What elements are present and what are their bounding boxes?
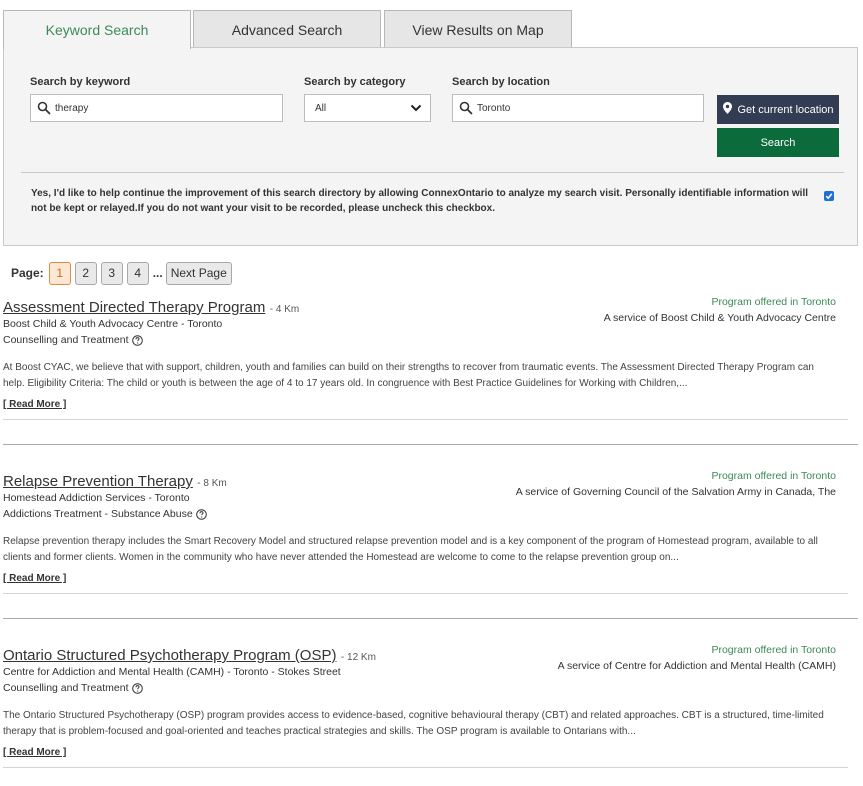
result-location-offered: Program offered in Toronto bbox=[711, 644, 836, 656]
tab-advanced-search[interactable]: Advanced Search bbox=[193, 10, 381, 48]
result-service-provider: A service of Boost Child & Youth Advocac… bbox=[603, 312, 836, 324]
panel-divider bbox=[21, 172, 844, 173]
result-service-provider: A service of Centre for Addiction and Me… bbox=[557, 660, 836, 672]
result-distance: - 8 Km bbox=[197, 478, 227, 489]
help-circle-icon[interactable] bbox=[131, 682, 143, 694]
result-category-label: Counselling and Treatment bbox=[3, 334, 129, 346]
get-current-location-label: Get current location bbox=[737, 103, 834, 116]
tab-view-results-on-map[interactable]: View Results on Map bbox=[384, 10, 572, 48]
checkmark-icon bbox=[825, 193, 833, 200]
result-organization: Boost Child & Youth Advocacy Centre - To… bbox=[3, 318, 223, 330]
result-category-label: Addictions Treatment - Substance Abuse bbox=[3, 508, 193, 520]
keyword-label: Search by keyword bbox=[30, 76, 131, 88]
result-category: Counselling and Treatment bbox=[3, 334, 143, 346]
consent-text: Yes, I'd like to help continue the impro… bbox=[31, 188, 809, 214]
result-description: At Boost CYAC, we believe that with supp… bbox=[3, 362, 814, 389]
map-marker-icon bbox=[722, 102, 732, 117]
result-category-label: Counselling and Treatment bbox=[3, 682, 129, 694]
result-category: Counselling and Treatment bbox=[3, 682, 143, 694]
page-2-button[interactable]: 2 bbox=[74, 261, 97, 285]
result-category: Addictions Treatment - Substance Abuse bbox=[3, 508, 207, 520]
result-service-provider: A service of Governing Council of the Sa… bbox=[515, 486, 836, 498]
result-item: Ontario Structured Psychotherapy Program… bbox=[3, 644, 848, 777]
result-divider bbox=[3, 767, 848, 768]
page-label: Page: bbox=[11, 266, 44, 280]
section-divider bbox=[3, 444, 858, 445]
location-input[interactable]: Toronto bbox=[452, 94, 704, 122]
read-more-link[interactable]: [ Read More ] bbox=[3, 747, 66, 758]
result-title-link[interactable]: Ontario Structured Psychotherapy Program… bbox=[3, 647, 336, 664]
pager-ellipsis: ... bbox=[152, 266, 163, 280]
section-divider bbox=[3, 618, 858, 619]
pagination: Page: 1 2 3 4 ... Next Page bbox=[11, 261, 236, 285]
consent-checkbox[interactable] bbox=[824, 191, 834, 201]
result-title-link[interactable]: Relapse Prevention Therapy bbox=[3, 473, 193, 490]
chevron-down-icon bbox=[410, 104, 422, 112]
keyword-input[interactable]: therapy bbox=[30, 94, 283, 122]
search-icon bbox=[459, 101, 473, 115]
result-location-offered: Program offered in Toronto bbox=[711, 296, 836, 308]
help-circle-icon[interactable] bbox=[131, 334, 143, 346]
search-button[interactable]: Search bbox=[717, 128, 839, 157]
page-4-button[interactable]: 4 bbox=[126, 261, 149, 285]
search-panel: Search by keyword therapy Search by cate… bbox=[3, 47, 858, 246]
tab-keyword-search[interactable]: Keyword Search bbox=[3, 10, 191, 49]
location-label: Search by location bbox=[452, 76, 550, 88]
search-tabs: Keyword Search Advanced Search View Resu… bbox=[3, 10, 859, 49]
result-organization: Homestead Addiction Services - Toronto bbox=[3, 492, 190, 504]
get-current-location-button[interactable]: Get current location bbox=[717, 95, 839, 124]
result-distance: - 12 Km bbox=[340, 652, 376, 663]
result-location-offered: Program offered in Toronto bbox=[711, 470, 836, 482]
result-item: Relapse Prevention Therapy - 8 Km Homest… bbox=[3, 470, 848, 603]
result-organization: Centre for Addiction and Mental Health (… bbox=[3, 666, 341, 678]
result-divider bbox=[3, 593, 848, 594]
result-description: Relapse prevention therapy includes the … bbox=[3, 536, 818, 563]
help-circle-icon[interactable] bbox=[195, 508, 207, 520]
category-value: All bbox=[315, 102, 327, 114]
read-more-link[interactable]: [ Read More ] bbox=[3, 399, 66, 410]
read-more-link[interactable]: [ Read More ] bbox=[3, 573, 66, 584]
category-select[interactable]: All bbox=[304, 94, 431, 122]
page-1-button[interactable]: 1 bbox=[48, 261, 71, 285]
location-value: Toronto bbox=[477, 102, 511, 114]
next-page-button[interactable]: Next Page bbox=[165, 261, 232, 285]
result-description: The Ontario Structured Psychotherapy (OS… bbox=[3, 710, 824, 737]
result-distance: - 4 Km bbox=[269, 304, 300, 315]
category-label: Search by category bbox=[304, 76, 406, 88]
result-divider bbox=[3, 419, 848, 420]
search-icon bbox=[37, 101, 51, 115]
page-3-button[interactable]: 3 bbox=[100, 261, 123, 285]
result-item: Assessment Directed Therapy Program - 4 … bbox=[3, 296, 848, 429]
keyword-value: therapy bbox=[55, 102, 89, 114]
result-title-link[interactable]: Assessment Directed Therapy Program bbox=[3, 299, 265, 316]
